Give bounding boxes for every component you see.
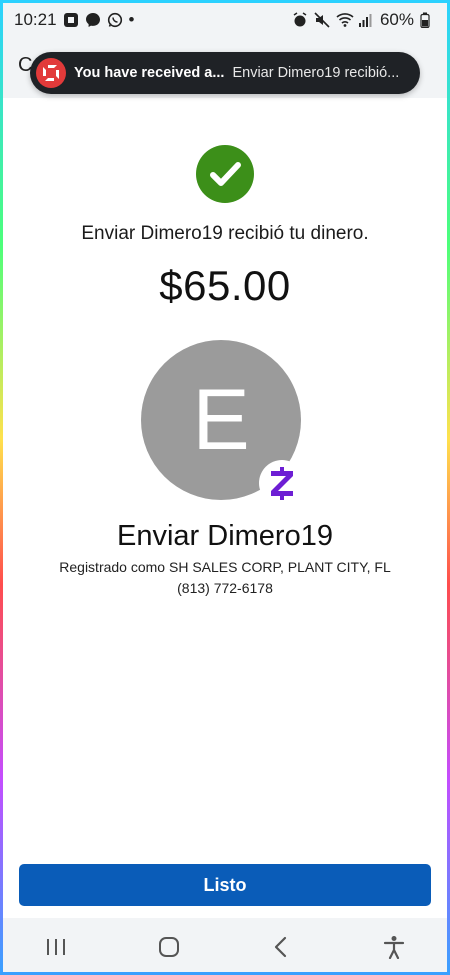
status-dot: • bbox=[128, 10, 135, 29]
done-button[interactable]: Listo bbox=[19, 864, 431, 906]
notification-banner[interactable]: You have received a... Enviar Dimero19 r… bbox=[30, 52, 420, 94]
back-icon[interactable] bbox=[251, 927, 311, 967]
chase-icon bbox=[63, 12, 79, 28]
recipient-name: Enviar Dimero19 bbox=[117, 520, 333, 552]
wifi-icon bbox=[336, 12, 354, 28]
home-icon[interactable] bbox=[139, 927, 199, 967]
alarm-icon bbox=[292, 12, 308, 28]
status-time: 10:21 bbox=[14, 10, 57, 29]
signal-icon bbox=[358, 12, 374, 28]
status-right: 60% bbox=[292, 10, 436, 30]
status-left: 10:21 • bbox=[14, 10, 135, 30]
battery-icon bbox=[420, 12, 436, 29]
success-check-icon bbox=[196, 145, 254, 203]
zelle-icon bbox=[259, 460, 305, 506]
notification-text: Enviar Dimero19 recibió... bbox=[232, 65, 400, 81]
avatar-initial: E bbox=[192, 372, 250, 468]
recent-apps-icon[interactable] bbox=[26, 927, 86, 967]
status-bar: 10:21 • 60% bbox=[0, 0, 450, 40]
whatsapp-icon bbox=[107, 12, 123, 28]
amount: $65.00 bbox=[159, 262, 291, 309]
mute-icon bbox=[314, 12, 330, 28]
accessibility-icon[interactable] bbox=[364, 927, 424, 967]
recipient-phone: (813) 772-6178 bbox=[177, 580, 273, 596]
notification-title: You have received a... bbox=[74, 65, 225, 81]
battery-percent: 60% bbox=[379, 10, 414, 29]
confirmation-message: Enviar Dimero19 recibió tu dinero. bbox=[81, 223, 369, 244]
recipient-registration: Registrado como SH SALES CORP, PLANT CIT… bbox=[59, 559, 391, 575]
messenger-icon bbox=[85, 12, 101, 28]
navigation-bar bbox=[0, 918, 450, 975]
chase-icon bbox=[36, 58, 66, 88]
